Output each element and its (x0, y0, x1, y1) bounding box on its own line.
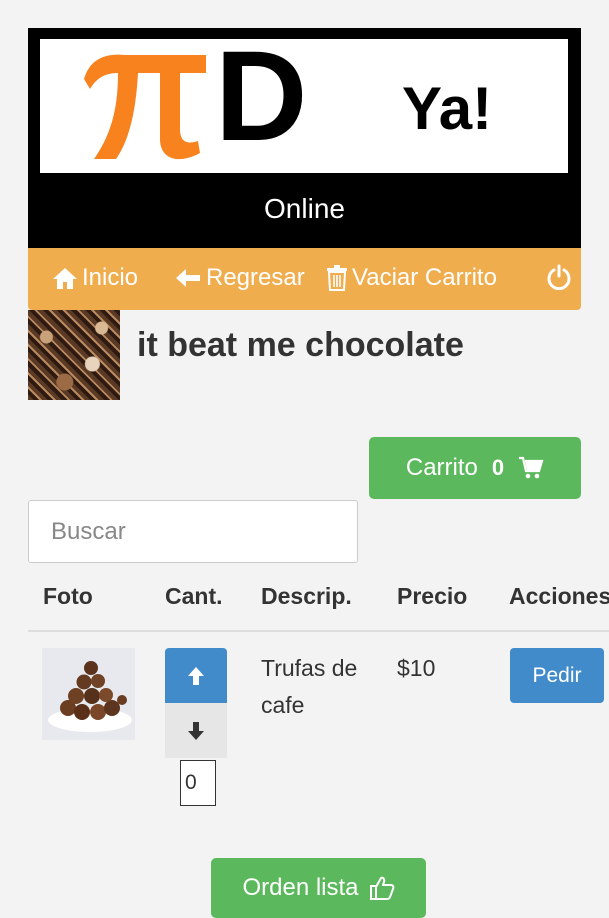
quantity-input[interactable] (180, 760, 216, 806)
nav-empty-cart-link[interactable]: Vaciar Carrito (326, 264, 497, 292)
product-description: Trufas de cafe (261, 655, 358, 718)
nav-back-label: Regresar (206, 264, 305, 291)
nav-home-link[interactable]: Inicio (52, 264, 138, 292)
nav-empty-cart-label: Vaciar Carrito (352, 264, 497, 291)
nav-home-label: Inicio (82, 264, 139, 291)
nav-logout-button[interactable] (546, 264, 572, 290)
trash-icon (327, 265, 347, 291)
nav-back-link[interactable]: Regresar (174, 264, 305, 292)
arrow-up-icon (188, 666, 204, 685)
thumbs-up-icon (369, 876, 394, 900)
table-header-divider (28, 630, 609, 632)
decrease-quantity-button[interactable] (165, 703, 227, 758)
shopping-cart-icon (519, 456, 544, 479)
column-header-description: Descrip. (261, 583, 352, 609)
truffles-image (42, 648, 135, 740)
logo-ya-text: Ya! (402, 75, 493, 142)
order-ready-button[interactable]: Orden lista (211, 858, 426, 918)
power-icon (547, 264, 571, 290)
cart-label: Carrito (405, 454, 478, 481)
order-ready-label: Orden lista (242, 874, 359, 901)
column-header-price: Precio (397, 583, 468, 609)
product-photo (42, 648, 135, 740)
pi-logo-icon (84, 54, 206, 160)
product-price: $10 (397, 655, 436, 681)
brand-subtitle: Online (264, 193, 345, 224)
home-icon (53, 268, 77, 289)
brand-header: D Ya! Online (28, 28, 581, 248)
column-header-photo: Foto (43, 583, 93, 609)
store-name: it beat me chocolate (137, 326, 464, 364)
cart-count: 0 (491, 455, 505, 480)
brand-logo-panel: D Ya! (40, 33, 568, 173)
main-navbar: Inicio Regresar Vaciar Carrito (28, 248, 581, 310)
arrow-down-icon (188, 721, 204, 740)
arrow-left-icon (176, 269, 200, 287)
search-input[interactable] (28, 500, 358, 563)
column-header-quantity: Cant. (165, 583, 223, 609)
cart-button[interactable]: Carrito 0 (369, 437, 581, 499)
increase-quantity-button[interactable] (165, 648, 227, 703)
column-header-actions: Acciones (509, 583, 609, 609)
logo-letter-d: D (215, 25, 308, 168)
order-item-button[interactable]: Pedir (510, 648, 604, 703)
store-logo-image (28, 310, 120, 400)
